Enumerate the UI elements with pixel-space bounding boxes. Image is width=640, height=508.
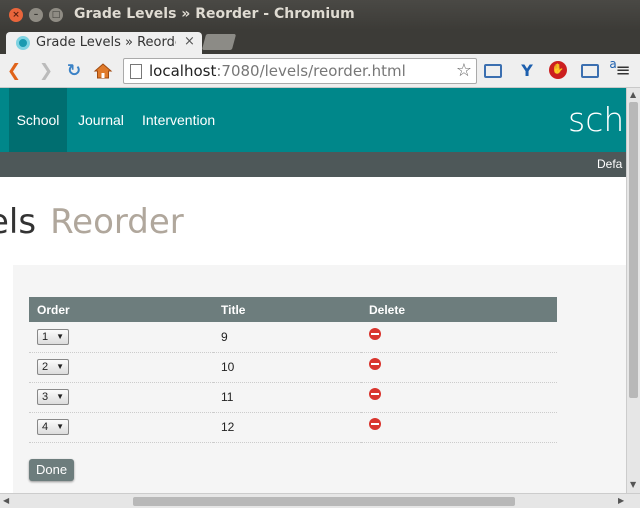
order-select[interactable]: 3 ▼ (37, 389, 69, 405)
window-titlebar: × – □ Grade Levels » Reorder - Chromium (0, 0, 640, 30)
title-cell: 9 (213, 322, 361, 353)
home-icon[interactable] (93, 61, 113, 81)
chevron-down-icon: ▼ (56, 422, 64, 431)
order-select-value: 4 (42, 421, 49, 433)
order-select[interactable]: 4 ▼ (37, 419, 69, 435)
vertical-scrollbar[interactable]: ▲ ▼ (626, 88, 640, 493)
levels-table: Order Title Delete 1 ▼ 9 2 ▼ 10 3 ▼ 11 4… (29, 297, 557, 443)
menu-icon[interactable]: ≡ (613, 61, 633, 81)
title-cell: 11 (213, 382, 361, 413)
tab-strip: Grade Levels » Reorde × (0, 30, 640, 56)
new-tab-button[interactable] (201, 34, 237, 50)
back-arrow-icon[interactable]: ❮ (4, 61, 24, 81)
nav-item-school[interactable]: School (9, 88, 67, 152)
order-cell: 3 ▼ (29, 382, 213, 413)
window-title: Grade Levels » Reorder - Chromium (74, 6, 355, 22)
scroll-right-icon[interactable]: ▶ (618, 496, 624, 505)
top-navbar: School Journal Intervention sch (0, 88, 626, 152)
delete-icon[interactable] (369, 357, 381, 370)
scroll-down-icon[interactable]: ▼ (630, 480, 636, 489)
window-maximize-button[interactable]: □ (49, 8, 63, 22)
url-text[interactable]: localhost:7080/levels/reorder.html (149, 62, 406, 80)
tab-close-icon[interactable]: × (184, 34, 195, 49)
address-bar[interactable]: localhost:7080/levels/reorder.html ☆ (123, 58, 477, 84)
title-cell: 10 (213, 352, 361, 383)
nav-item-journal[interactable]: Journal (70, 88, 132, 152)
table-header-row: Order Title Delete (29, 297, 557, 322)
window-close-button[interactable]: × (9, 8, 23, 22)
chevron-down-icon: ▼ (56, 362, 64, 371)
table-row: 3 ▼ 11 (29, 382, 557, 413)
url-path: :7080/levels/reorder.html (216, 62, 406, 80)
scroll-up-icon[interactable]: ▲ (630, 90, 636, 99)
page-title-sub: Reorder (50, 202, 184, 242)
order-select[interactable]: 1 ▼ (37, 328, 69, 345)
cast-icon[interactable] (484, 64, 502, 78)
forward-arrow-icon[interactable]: ❯ (36, 61, 56, 81)
vertical-scroll-thumb[interactable] (629, 102, 638, 398)
done-button[interactable]: Done (29, 459, 75, 481)
order-select-value: 1 (42, 330, 49, 343)
page-title: els Reorder (0, 202, 184, 242)
order-cell: 2 ▼ (29, 352, 213, 383)
delete-cell (361, 322, 557, 353)
bookmark-star-icon[interactable]: ☆ (456, 60, 472, 81)
order-cell: 1 ▼ (29, 322, 213, 353)
horizontal-scroll-thumb[interactable] (133, 497, 515, 506)
extension-stop-icon[interactable]: ✋ (549, 61, 567, 79)
extension-screen-icon[interactable] (581, 64, 599, 78)
content-panel: Order Title Delete 1 ▼ 9 2 ▼ 10 3 ▼ 11 4… (13, 265, 626, 493)
delete-icon[interactable] (369, 387, 381, 400)
order-select-value: 2 (42, 361, 49, 373)
chevron-down-icon: ▼ (56, 331, 64, 341)
table-row: 4 ▼ 12 (29, 412, 557, 443)
column-header-delete: Delete (361, 297, 557, 322)
table-row: 1 ▼ 9 (29, 322, 557, 353)
reload-icon[interactable]: ↻ (64, 61, 84, 81)
horizontal-scrollbar[interactable]: ◀ ▶ (0, 493, 640, 508)
column-header-title: Title (213, 297, 361, 322)
tab-title: Grade Levels » Reorde (36, 35, 176, 50)
chevron-down-icon: ▼ (56, 392, 64, 401)
favicon-icon (16, 36, 30, 50)
delete-cell (361, 352, 557, 383)
window-minimize-button[interactable]: – (29, 8, 43, 22)
brand-logo-text[interactable]: sch (568, 100, 624, 139)
page-viewport: School Journal Intervention sch Defa els… (0, 88, 626, 493)
column-header-order: Order (29, 297, 213, 322)
table-row: 2 ▼ 10 (29, 352, 557, 383)
delete-cell (361, 382, 557, 413)
extension-y-icon[interactable]: Y (517, 61, 537, 81)
delete-icon[interactable] (369, 417, 381, 430)
page-icon (130, 64, 142, 79)
subbar-text[interactable]: Defa (597, 157, 622, 171)
scroll-left-icon[interactable]: ◀ (3, 496, 9, 505)
url-host: localhost (149, 62, 217, 80)
browser-tab[interactable]: Grade Levels » Reorde × (6, 32, 202, 56)
nav-item-intervention[interactable]: Intervention (134, 88, 223, 152)
sub-navbar: Defa (0, 152, 626, 177)
title-cell: 12 (213, 412, 361, 443)
order-select-value: 3 (42, 391, 49, 403)
delete-icon[interactable] (369, 327, 381, 340)
order-cell: 4 ▼ (29, 412, 213, 443)
delete-cell (361, 412, 557, 443)
order-select[interactable]: 2 ▼ (37, 359, 69, 375)
page-title-main: els (0, 202, 37, 242)
browser-toolbar: ❮ ❯ ↻ localhost:7080/levels/reorder.html… (0, 54, 640, 88)
